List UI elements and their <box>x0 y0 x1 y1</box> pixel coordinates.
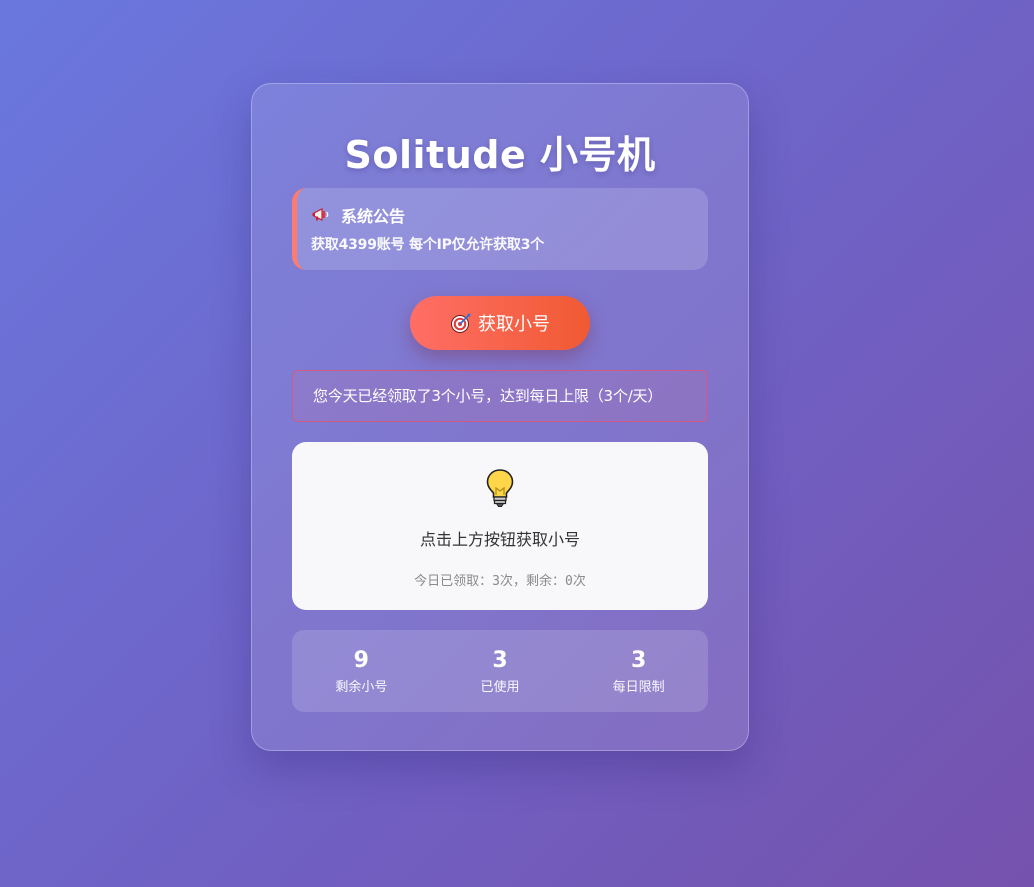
target-icon <box>450 312 472 334</box>
daily-limit-alert: 您今天已经领取了3个小号，达到每日上限（3个/天） <box>292 370 708 422</box>
stat-daily-limit: 3 每日限制 <box>569 648 708 712</box>
megaphone-icon <box>311 205 331 225</box>
stat-label: 剩余小号 <box>335 680 388 695</box>
lightbulb-icon <box>292 468 708 508</box>
get-account-button[interactable]: 获取小号 <box>410 296 590 350</box>
stat-used: 3 已使用 <box>431 648 570 712</box>
notice-text: 获取4399账号 每个IP仅允许获取3个 <box>311 237 545 253</box>
stat-value: 3 <box>631 648 647 673</box>
action-area: 获取小号 <box>292 296 708 350</box>
stat-remaining: 9 剩余小号 <box>292 648 431 712</box>
stat-label: 每日限制 <box>612 680 665 695</box>
today-usage-text: 今日已领取：3次，剩余：0次 <box>414 574 586 589</box>
result-panel: 点击上方按钮获取小号 今日已领取：3次，剩余：0次 <box>292 442 708 610</box>
stat-value: 3 <box>492 648 508 673</box>
result-hint: 点击上方按钮获取小号 <box>419 530 580 549</box>
notice-header: 系统公告 <box>311 203 708 227</box>
notice-title: 系统公告 <box>341 207 406 226</box>
page-title: Solitude 小号机 <box>344 133 656 177</box>
stat-label: 已使用 <box>480 680 520 695</box>
system-notice: 系统公告 获取4399账号 每个IP仅允许获取3个 <box>292 188 708 270</box>
stats-bar: 9 剩余小号 3 已使用 3 每日限制 <box>292 630 708 712</box>
get-account-button-label: 获取小号 <box>478 314 550 335</box>
main-card: Solitude 小号机 系统公告 获取4399账号 每个IP仅允许获取3个 获… <box>251 83 749 751</box>
stat-value: 9 <box>353 648 369 673</box>
